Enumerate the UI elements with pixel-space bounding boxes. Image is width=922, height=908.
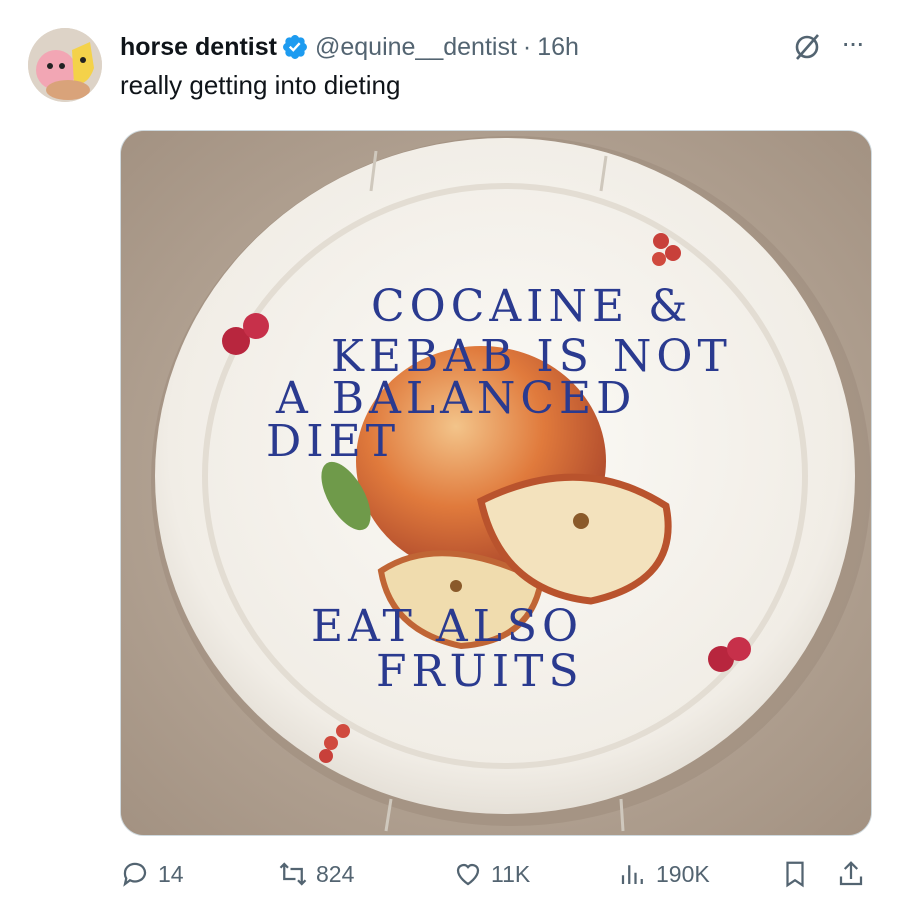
tweet-header: horse dentist @equine__dentist · 16h — [120, 30, 802, 64]
timestamp[interactable]: 16h — [537, 33, 579, 62]
plate-line-4: DIET — [266, 416, 400, 467]
more-options-button[interactable]: ··· — [834, 28, 870, 64]
tweet-image[interactable]: COCAINE & KEBAB IS NOT A BALANCED DIET E… — [120, 130, 872, 836]
plate-line-1: COCAINE & — [371, 281, 692, 332]
reply-count: 14 — [158, 860, 184, 887]
tweet: horse dentist @equine__dentist · 16h rea… — [0, 0, 922, 908]
heart-icon — [456, 863, 480, 886]
bookmark-button[interactable] — [780, 852, 818, 896]
header-separator: · — [522, 32, 532, 61]
reply-icon — [123, 862, 147, 887]
repost-button[interactable]: 824 — [278, 852, 354, 896]
author-handle[interactable]: @equine__dentist — [315, 33, 517, 62]
repost-icon — [279, 862, 307, 886]
share-icon — [839, 861, 863, 886]
plate-photo: COCAINE & KEBAB IS NOT A BALANCED DIET E… — [121, 131, 871, 835]
author-name[interactable]: horse dentist — [120, 33, 277, 62]
reply-button[interactable]: 14 — [120, 852, 184, 896]
views-icon — [621, 865, 643, 884]
plate-line-5: EAT ALSO — [311, 601, 583, 652]
avatar-image — [28, 28, 102, 102]
share-button[interactable] — [836, 852, 874, 896]
views-count: 190K — [656, 860, 710, 887]
repost-count: 824 — [316, 860, 355, 887]
views-button[interactable]: 190K — [618, 852, 710, 896]
verified-badge-icon — [283, 35, 307, 59]
like-button[interactable]: 11K — [453, 852, 530, 896]
like-count: 11K — [491, 860, 531, 887]
avatar[interactable] — [28, 28, 102, 102]
action-bar: 14 824 11K 190K — [108, 852, 878, 896]
grok-icon[interactable] — [790, 30, 824, 64]
plate-line-6: FRUITS — [376, 646, 584, 697]
tweet-text: really getting into dieting — [120, 70, 401, 100]
bookmark-icon — [786, 861, 804, 888]
